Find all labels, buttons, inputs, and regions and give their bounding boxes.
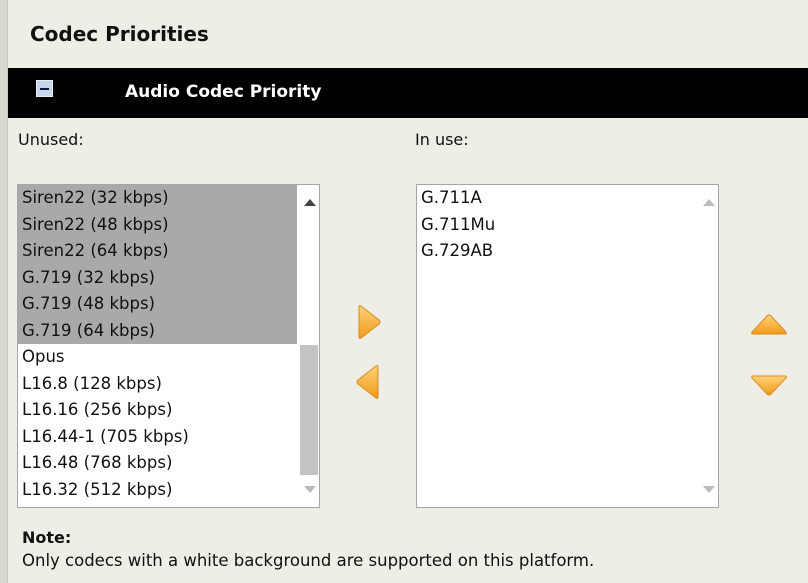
move-right-button[interactable] <box>356 304 382 340</box>
note-text: Only codecs with a white background are … <box>22 551 595 570</box>
unused-label: Unused: <box>18 130 84 149</box>
codec-option[interactable]: L16.48 (768 kbps) <box>18 450 319 477</box>
move-down-button[interactable] <box>750 373 788 397</box>
arrow-left-icon <box>356 365 379 399</box>
arrow-down-icon <box>751 375 787 396</box>
codec-option[interactable]: L16.8 (128 kbps) <box>18 371 319 398</box>
unused-scrollbar[interactable] <box>297 185 319 507</box>
codec-option[interactable]: G.719 (64 kbps) <box>18 317 319 344</box>
move-left-button[interactable] <box>355 364 381 400</box>
in-use-scrollbar[interactable] <box>696 185 718 507</box>
codec-option[interactable]: L16.44-1 (705 kbps) <box>18 424 319 451</box>
codec-option[interactable]: L16.16 (256 kbps) <box>18 397 319 424</box>
left-frame-border <box>0 0 8 583</box>
scroll-up-icon[interactable] <box>304 199 316 206</box>
codec-option[interactable]: L16.32 (512 kbps) <box>18 477 319 504</box>
codec-option[interactable]: G.711A <box>417 185 718 212</box>
codec-option[interactable]: Siren22 (64 kbps) <box>18 238 319 265</box>
unused-codec-list[interactable]: Siren22 (32 kbps) Siren22 (48 kbps) Siren2… <box>17 184 320 508</box>
scroll-down-icon[interactable] <box>304 486 316 493</box>
codec-option[interactable]: Siren22 (32 kbps) <box>18 185 319 212</box>
minus-glyph <box>40 88 49 90</box>
in-use-label: In use: <box>415 130 469 149</box>
in-use-codec-list[interactable]: G.711A G.711Mu G.729AB <box>416 184 719 508</box>
section-title: Audio Codec Priority <box>125 82 322 102</box>
arrow-up-icon <box>751 314 787 335</box>
scrollbar-thumb[interactable] <box>300 345 318 475</box>
scroll-down-icon[interactable] <box>703 486 715 493</box>
codec-option[interactable]: G.719 (32 kbps) <box>18 264 319 291</box>
move-up-button[interactable] <box>750 313 788 337</box>
scroll-up-icon[interactable] <box>703 199 715 206</box>
codec-option[interactable]: Siren22 (48 kbps) <box>18 211 319 238</box>
arrow-right-icon <box>358 305 381 339</box>
unused-items: Siren22 (32 kbps) Siren22 (48 kbps) Siren2… <box>18 185 319 503</box>
page-title: Codec Priorities <box>30 22 209 46</box>
codec-option[interactable]: G.711Mu <box>417 212 718 239</box>
section-header: Audio Codec Priority <box>8 68 808 118</box>
codec-option[interactable]: G.729AB <box>417 238 718 265</box>
in-use-items: G.711A G.711Mu G.729AB <box>417 185 718 265</box>
minus-box-icon[interactable] <box>36 80 53 97</box>
note-label: Note: <box>22 528 72 547</box>
codec-option[interactable]: G.719 (48 kbps) <box>18 291 319 318</box>
codec-option[interactable]: Opus <box>18 344 319 371</box>
